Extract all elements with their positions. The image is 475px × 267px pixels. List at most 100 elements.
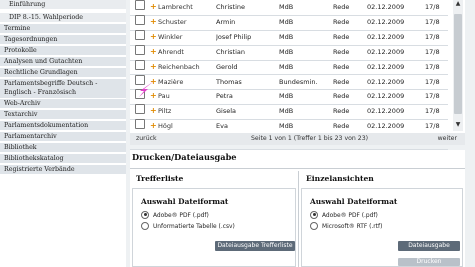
format-title: Auswahl Dateiformat bbox=[141, 197, 229, 206]
cell-seite: 17/8 bbox=[425, 17, 440, 26]
radio-button[interactable] bbox=[141, 221, 149, 230]
sidebar-item-rechtliche-grundlagen[interactable]: Rechtliche Grundlagen bbox=[0, 68, 126, 79]
sidebar-item-einfuehrung[interactable]: Einführung bbox=[0, 0, 126, 11]
results-scrollbar[interactable]: ▲ ▼ bbox=[453, 0, 463, 131]
panel-title: Drucken/Dateiausgabe bbox=[132, 152, 237, 162]
cell-typ: Rede bbox=[333, 92, 350, 101]
scroll-up-icon[interactable]: ▲ bbox=[454, 0, 462, 8]
radio-pdf-einzelansicht[interactable]: Adobe® PDF (.pdf) bbox=[310, 210, 378, 221]
table-row[interactable]: + Schuster Armin MdB Rede 02.12.2009 17/8 bbox=[130, 14, 448, 31]
sidebar-item-termine[interactable]: Termine bbox=[0, 24, 126, 35]
print-button[interactable]: Drucken bbox=[398, 258, 460, 266]
checkbox[interactable] bbox=[135, 29, 145, 40]
sidebar-nav: Einführung DIP 8.-15. Wahlperiode Termin… bbox=[0, 0, 126, 267]
cell-typ: Rede bbox=[333, 17, 350, 26]
plus-icon[interactable]: + bbox=[150, 104, 157, 119]
cell-seite: 17/8 bbox=[425, 107, 440, 116]
cell-datum: 02.12.2009 bbox=[367, 62, 405, 71]
cell-fraktion: Bundesmin. bbox=[279, 77, 318, 86]
mouse-pointer-icon bbox=[139, 81, 154, 97]
sidebar-item-textarchiv[interactable]: Textarchiv bbox=[0, 110, 126, 121]
table-row[interactable]: + Reichenbach Gerold MdB Rede 02.12.2009 17/8 bbox=[130, 59, 448, 76]
radio-csv-trefferliste[interactable]: Unformatierte Tabelle (.csv) bbox=[141, 221, 235, 232]
checkbox[interactable] bbox=[135, 0, 145, 10]
checkbox[interactable] bbox=[135, 119, 145, 130]
checkbox[interactable] bbox=[135, 44, 145, 55]
export-einzelansicht-button[interactable]: Dateiausgabe bbox=[398, 241, 460, 251]
print-export-panel: Drucken/Dateiausgabe Trefferliste Einzel… bbox=[130, 150, 465, 267]
sidebar-item-bibliothek[interactable]: Bibliothek bbox=[0, 143, 126, 154]
cell-name[interactable]: Ahrendt bbox=[158, 45, 204, 60]
cell-name[interactable]: Piltz bbox=[158, 104, 204, 119]
cell-name[interactable]: Lambrecht bbox=[158, 0, 204, 15]
radio-label: Unformatierte Tabelle (.csv) bbox=[153, 224, 235, 230]
radio-button[interactable] bbox=[141, 210, 149, 219]
radio-label: Microsoft® RTF (.rtf) bbox=[322, 224, 383, 230]
pagination-info: Seite 1 von 1 (Treffer 1 bis 23 von 23) bbox=[251, 135, 369, 142]
cell-datum: 02.12.2009 bbox=[367, 47, 405, 56]
cell-name[interactable]: Mazière bbox=[158, 75, 204, 90]
sidebar-item-analysen[interactable]: Analysen und Gutachten bbox=[0, 57, 126, 68]
sidebar-item-protokolle[interactable]: Protokolle bbox=[0, 46, 126, 57]
table-row[interactable]: + Lambrecht Christine MdB Rede 02.12.2009 17/8 bbox=[130, 0, 448, 16]
cell-vorname: Thomas bbox=[216, 77, 242, 86]
export-trefferliste-button[interactable]: Dateiausgabe Trefferliste bbox=[215, 241, 295, 251]
plus-icon[interactable]: + bbox=[150, 30, 157, 45]
sidebar-item-web-archiv[interactable]: Web-Archiv bbox=[0, 99, 126, 110]
cell-typ: Rede bbox=[333, 107, 350, 116]
plus-icon[interactable]: + bbox=[150, 45, 157, 60]
radio-rtf-einzelansicht[interactable]: Microsoft® RTF (.rtf) bbox=[310, 221, 383, 232]
plus-icon[interactable]: + bbox=[150, 15, 157, 30]
cell-vorname: Armin bbox=[216, 17, 236, 26]
trefferliste-format-box: Auswahl Dateiformat Adobe® PDF (.pdf) Un… bbox=[132, 188, 296, 267]
cell-typ: Rede bbox=[333, 62, 350, 71]
cell-vorname: Christian bbox=[216, 47, 245, 56]
sidebar-item-parlamentarchiv[interactable]: Parlamentarchiv bbox=[0, 132, 126, 143]
cell-name[interactable]: Schuster bbox=[158, 15, 204, 30]
table-row[interactable]: + Mazière Thomas Bundesmin. Rede 02.12.2009 17… bbox=[130, 74, 448, 91]
scroll-down-icon[interactable]: ▼ bbox=[454, 121, 462, 129]
next-page-link[interactable]: weiter bbox=[438, 133, 457, 145]
previous-page-link[interactable]: zurück bbox=[136, 133, 157, 145]
table-row[interactable]: + Piltz Gisela MdB Rede 02.12.2009 17/8 bbox=[130, 104, 448, 121]
cell-typ: Rede bbox=[333, 122, 350, 131]
einzelansichten-heading: Einzelansichten bbox=[306, 174, 374, 183]
cell-name[interactable]: Winkler bbox=[158, 30, 204, 45]
cell-seite: 17/8 bbox=[425, 92, 440, 101]
cell-fraktion: MdB bbox=[279, 122, 294, 131]
cell-datum: 02.12.2009 bbox=[367, 32, 405, 41]
checkbox[interactable] bbox=[135, 104, 145, 115]
column-divider bbox=[298, 171, 299, 267]
format-title: Auswahl Dateiformat bbox=[310, 197, 398, 206]
cell-datum: 02.12.2009 bbox=[367, 17, 405, 26]
radio-button[interactable] bbox=[310, 210, 318, 219]
sidebar-item-bibliothekskatalog[interactable]: Bibliothekskatalog bbox=[0, 154, 126, 165]
cell-name[interactable]: Högl bbox=[158, 119, 204, 134]
cell-name[interactable]: Pau bbox=[158, 89, 204, 104]
pagination-bar: zurück Seite 1 von 1 (Treffer 1 bis 23 v… bbox=[130, 133, 465, 145]
cell-name[interactable]: Reichenbach bbox=[158, 60, 204, 75]
cell-typ: Rede bbox=[333, 47, 350, 56]
cell-datum: 02.12.2009 bbox=[367, 92, 405, 101]
table-row[interactable]: + Winkler Josef Philip MdB Rede 02.12.2009 17/… bbox=[130, 29, 448, 46]
checkbox[interactable] bbox=[135, 14, 145, 25]
sidebar-item-dip-archive[interactable]: DIP 8.-15. Wahlperiode bbox=[0, 13, 126, 24]
table-row[interactable]: + Ahrendt Christian MdB Rede 02.12.2009 17/8 bbox=[130, 44, 448, 61]
cell-vorname: Eva bbox=[216, 122, 228, 131]
scroll-thumb[interactable] bbox=[454, 14, 462, 114]
cell-vorname: Gisela bbox=[216, 107, 237, 116]
plus-icon[interactable]: + bbox=[150, 0, 157, 15]
plus-icon[interactable]: + bbox=[150, 60, 157, 75]
cell-vorname: Gerold bbox=[216, 62, 238, 71]
checkbox[interactable] bbox=[135, 59, 145, 70]
sidebar-item-registrierte-verbaende[interactable]: Registrierte Verbände bbox=[0, 165, 126, 176]
sidebar-item-parlamentsbegriffe[interactable]: Parlamentsbegriffe Deutsch - Englisch - … bbox=[0, 79, 126, 99]
main-content: + Lambrecht Christine MdB Rede 02.12.2009 17/8… bbox=[126, 0, 475, 267]
radio-pdf-trefferliste[interactable]: Adobe® PDF (.pdf) bbox=[141, 210, 209, 221]
cell-typ: Rede bbox=[333, 77, 350, 86]
plus-icon[interactable]: + bbox=[150, 119, 157, 134]
sidebar-item-tagesordnungen[interactable]: Tagesordnungen bbox=[0, 35, 126, 46]
sidebar-item-parlamentsdokumentation[interactable]: Parlamentsdokumentation bbox=[0, 121, 126, 132]
radio-button[interactable] bbox=[310, 221, 318, 230]
table-row[interactable]: + Pau Petra MdB Rede 02.12.2009 17/8 bbox=[130, 89, 448, 106]
